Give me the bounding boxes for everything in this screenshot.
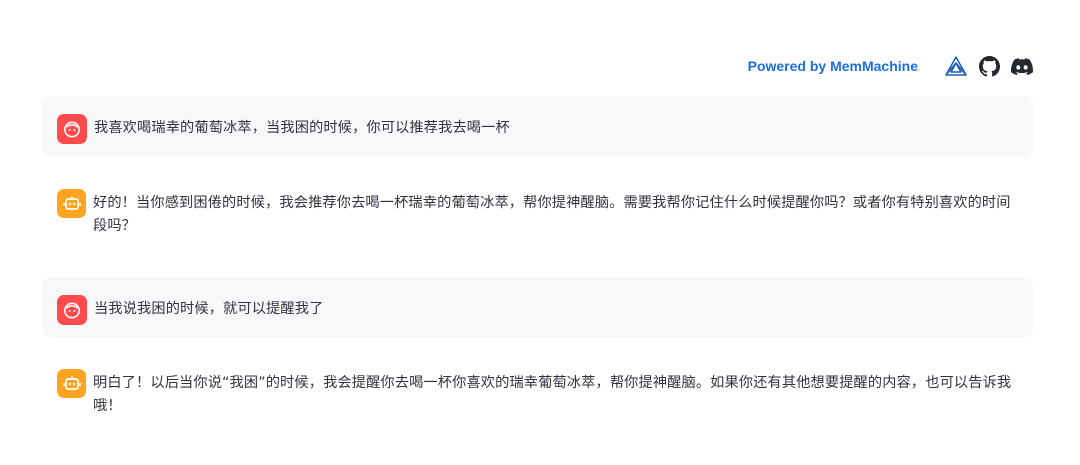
- message-text: 好的！当你感到困倦的时候，我会推荐你去喝一杯瑞幸的葡萄冰萃，帮你提神醒脑。需要我…: [93, 195, 1011, 234]
- discord-icon[interactable]: [1010, 54, 1034, 78]
- chat-message-user: 当我说我困的时候，就可以提醒我了: [42, 277, 1033, 337]
- chat-message-assistant: 好的！当你感到困倦的时候，我会推荐你去喝一杯瑞幸的葡萄冰萃，帮你提神醒脑。需要我…: [42, 170, 1033, 266]
- message-text: 当我说我困的时候，就可以提醒我了: [94, 301, 324, 317]
- header-bar: Powered by MemMachine: [748, 52, 1034, 80]
- github-icon[interactable]: [977, 54, 1001, 78]
- user-face-icon: [57, 295, 87, 325]
- powered-by-link[interactable]: Powered by MemMachine: [748, 58, 918, 74]
- memmachine-logo-icon[interactable]: [944, 54, 968, 78]
- chat-message-list: 我喜欢喝瑞幸的葡萄冰萃，当我困的时候，你可以推荐我去喝一杯 好的！当你感到困倦的…: [42, 96, 1033, 434]
- user-face-icon: [57, 114, 87, 144]
- robot-icon: [57, 189, 86, 218]
- robot-icon: [57, 369, 86, 398]
- message-text: 我喜欢喝瑞幸的葡萄冰萃，当我困的时候，你可以推荐我去喝一杯: [94, 120, 510, 136]
- chat-message-assistant: 明白了！以后当你说“我困”的时候，我会提醒你去喝一杯你喜欢的瑞幸葡萄冰萃，帮你提…: [42, 350, 1033, 434]
- chat-message-user: 我喜欢喝瑞幸的葡萄冰萃，当我困的时候，你可以推荐我去喝一杯: [42, 96, 1033, 156]
- message-text: 明白了！以后当你说“我困”的时候，我会提醒你去喝一杯你喜欢的瑞幸葡萄冰萃，帮你提…: [93, 375, 1012, 414]
